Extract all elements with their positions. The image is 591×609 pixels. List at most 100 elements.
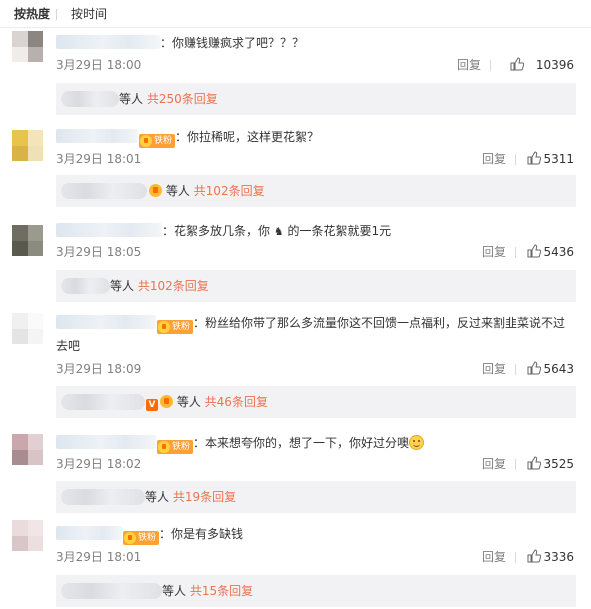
comment-line: 铁粉 ：粉丝给你带了那么多流量你这不回馈一点福利，反过来割韭菜说不过 <box>56 314 577 334</box>
comment-line: 铁粉 ：你是有多缺钱 <box>56 525 577 545</box>
view-replies-link[interactable]: 共102条回复 <box>194 184 265 198</box>
comment-text: ：本来想夸你的，想了一下，你好过分噢 <box>193 436 410 450</box>
reply-prefix: 等人 <box>176 395 201 409</box>
divider <box>515 154 516 165</box>
username[interactable] <box>56 129 138 143</box>
view-replies-link[interactable]: 共102条回复 <box>138 279 209 293</box>
comment-line: ：你赚钱赚疯求了吧？？？ <box>56 34 577 53</box>
reply-prefix: 等人 <box>162 584 187 598</box>
view-replies-link[interactable]: 共46条回复 <box>205 395 268 409</box>
comment-time: 3月29日 18:00 <box>56 58 142 72</box>
like-count: 5311 <box>543 152 574 166</box>
comment-line-wrap: 去吧 <box>56 337 577 356</box>
view-replies-link[interactable]: 共15条回复 <box>190 584 253 598</box>
fan-badge-icon <box>158 321 170 333</box>
comment-text: ：你赚钱赚疯求了吧？？？ <box>160 36 305 50</box>
verified-v-icon: V <box>146 399 158 411</box>
comment-meta: 3月29日 18:01 回复 3336 <box>56 549 574 565</box>
sort-tab-hot[interactable]: 按热度 <box>14 7 50 21</box>
fan-badge-icon <box>158 441 170 453</box>
username[interactable] <box>56 315 156 329</box>
thumbs-up-icon[interactable] <box>527 361 541 375</box>
reply-button[interactable]: 回复 <box>482 361 506 377</box>
divider <box>515 459 516 470</box>
replies-box: V 等人 共46条回复 <box>56 386 576 418</box>
fan-icon <box>160 395 173 408</box>
divider <box>515 364 516 375</box>
reply-prefix: 等人 <box>119 92 144 106</box>
username[interactable] <box>56 35 160 49</box>
username[interactable] <box>56 223 162 237</box>
comment-meta: 3月29日 18:05 回复 5436 <box>56 244 574 260</box>
comment-time: 3月29日 18:02 <box>56 457 142 471</box>
reply-button[interactable]: 回复 <box>482 549 506 565</box>
replies-box: 等人 共102条回复 <box>56 175 576 207</box>
comment-text-cont: 的一条花絮就要1元 <box>287 224 392 238</box>
avatar[interactable] <box>12 520 43 551</box>
comment-time: 3月29日 18:01 <box>56 152 142 166</box>
comment-time: 3月29日 18:05 <box>56 245 142 259</box>
comment-line: 铁粉 ：你拉稀呢，这样更花絮？ <box>56 128 577 148</box>
like-count: 3525 <box>543 457 574 471</box>
thumbs-up-icon[interactable] <box>527 456 541 470</box>
fan-badge-icon <box>124 532 136 544</box>
reply-user[interactable] <box>61 583 162 599</box>
reply-user[interactable] <box>61 489 145 505</box>
comment-text: ：粉丝给你带了那么多流量你这不回馈一点福利，反过来割韭菜说不过 <box>193 316 566 330</box>
divider <box>490 60 491 71</box>
comment-text: ：你拉稀呢，这样更花絮？ <box>175 130 320 144</box>
fan-badge-icon <box>140 135 152 147</box>
replies-box: 等人 共250条回复 <box>56 83 576 115</box>
thumbs-up-icon[interactable] <box>510 57 524 71</box>
reply-button[interactable]: 回复 <box>482 456 506 472</box>
reply-user[interactable] <box>61 91 119 107</box>
comment-line: ：花絮多放几条，你 ♞ 的一条花絮就要1元 <box>56 222 577 241</box>
like-count: 10396 <box>535 58 574 72</box>
view-replies-link[interactable]: 共19条回复 <box>173 490 236 504</box>
comment-time: 3月29日 18:01 <box>56 550 142 564</box>
reply-button[interactable]: 回复 <box>457 57 481 73</box>
avatar[interactable] <box>12 225 43 256</box>
comment-meta: 3月29日 18:01 回复 5311 <box>56 151 574 167</box>
comment-text-cont: 去吧 <box>56 339 81 353</box>
reply-user[interactable] <box>61 183 147 199</box>
like-count: 3336 <box>543 550 574 564</box>
fan-badge: 铁粉 <box>157 320 194 334</box>
fan-icon <box>149 184 162 197</box>
reply-prefix: 等人 <box>110 279 135 293</box>
comment-line: 铁粉 ：本来想夸你的，想了一下，你好过分噢 <box>56 434 577 454</box>
fan-badge: 铁粉 <box>139 134 176 148</box>
thumbs-up-icon[interactable] <box>527 549 541 563</box>
comment-text: ：你是有多缺钱 <box>159 527 244 541</box>
comment-meta: 3月29日 18:09 回复 5643 <box>56 361 574 377</box>
comment-text: ：花絮多放几条，你 <box>162 224 271 238</box>
replies-box: 等人 共15条回复 <box>56 575 576 607</box>
thumbs-up-icon[interactable] <box>527 151 541 165</box>
reply-user[interactable] <box>61 394 145 410</box>
reply-user[interactable] <box>61 278 110 294</box>
reply-prefix: 等人 <box>145 490 170 504</box>
avatar[interactable] <box>12 31 43 62</box>
replies-box: 等人 共102条回复 <box>56 270 576 302</box>
sort-bar: 按热度 按时间 <box>0 0 591 28</box>
view-replies-link[interactable]: 共250条回复 <box>147 92 218 106</box>
avatar[interactable] <box>12 434 43 465</box>
avatar[interactable] <box>12 130 43 161</box>
like-count: 5643 <box>543 362 574 376</box>
divider <box>515 247 516 258</box>
fan-badge: 铁粉 <box>157 440 194 454</box>
divider <box>515 552 516 563</box>
smile-emoji-icon <box>409 435 425 450</box>
like-count: 5436 <box>543 245 574 259</box>
reply-button[interactable]: 回复 <box>482 151 506 167</box>
thumbs-up-icon[interactable] <box>527 244 541 258</box>
sort-tab-time[interactable]: 按时间 <box>71 7 107 21</box>
comment-meta: 3月29日 18:02 回复 3525 <box>56 456 574 472</box>
username[interactable] <box>56 526 122 540</box>
avatar[interactable] <box>12 313 43 344</box>
username[interactable] <box>56 435 156 449</box>
sort-divider <box>56 9 57 20</box>
replies-box: 等人 共19条回复 <box>56 481 576 513</box>
reply-button[interactable]: 回复 <box>482 244 506 260</box>
comment-meta: 3月29日 18:00 回复 10396 <box>56 57 574 73</box>
